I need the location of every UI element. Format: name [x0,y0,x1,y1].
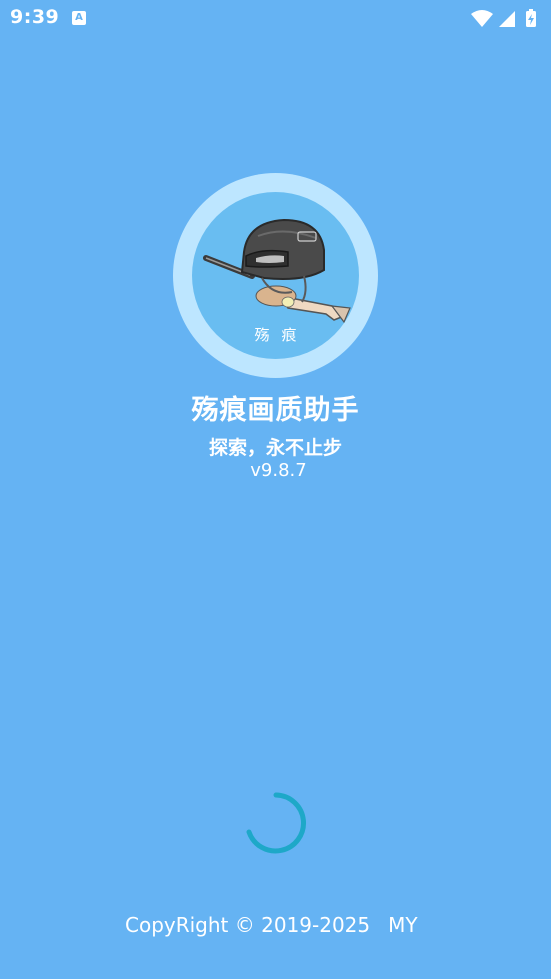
a-badge-letter: A [75,12,83,23]
copyright-author: MY [388,913,418,937]
loading-spinner-icon [243,790,309,856]
status-right-icons [469,8,541,28]
status-time: 9:39 [10,6,60,28]
wifi-icon [471,10,493,27]
app-version: v9.8.7 [250,460,307,481]
app-logo-inner: 殇痕 [192,192,359,359]
logo-caption: 殇痕 [254,326,309,344]
battery-charging-icon [526,9,536,27]
status-bar: 9:39 A [0,0,551,36]
app-name: 殇痕画质助手 [191,395,360,426]
app-slogan: 探索，永不止步 [208,437,342,459]
copyright-footer: CopyRight © 2019-2025 MY [125,913,418,937]
copyright-text: CopyRight © 2019-2025 [125,913,371,937]
app-logo: 殇痕 [173,173,378,378]
signal-icon [499,11,515,27]
a-badge-icon: A [72,11,86,25]
